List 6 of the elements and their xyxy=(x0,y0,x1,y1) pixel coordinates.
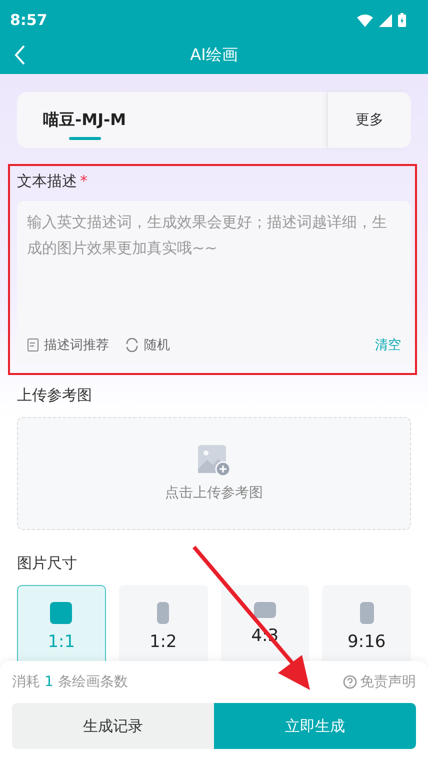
page-title: AI绘画 xyxy=(190,44,238,66)
section-label: 图片尺寸 xyxy=(17,554,78,573)
status-time: 8:57 xyxy=(10,11,48,29)
section-label: 上传参考图 xyxy=(17,386,93,405)
prompt-placeholder: 输入英文描述词，生成效果会更好；描述词越详细，生成的图片效果更加真实哦~~ xyxy=(27,212,388,259)
section-label: 文本描述 * xyxy=(17,172,88,191)
